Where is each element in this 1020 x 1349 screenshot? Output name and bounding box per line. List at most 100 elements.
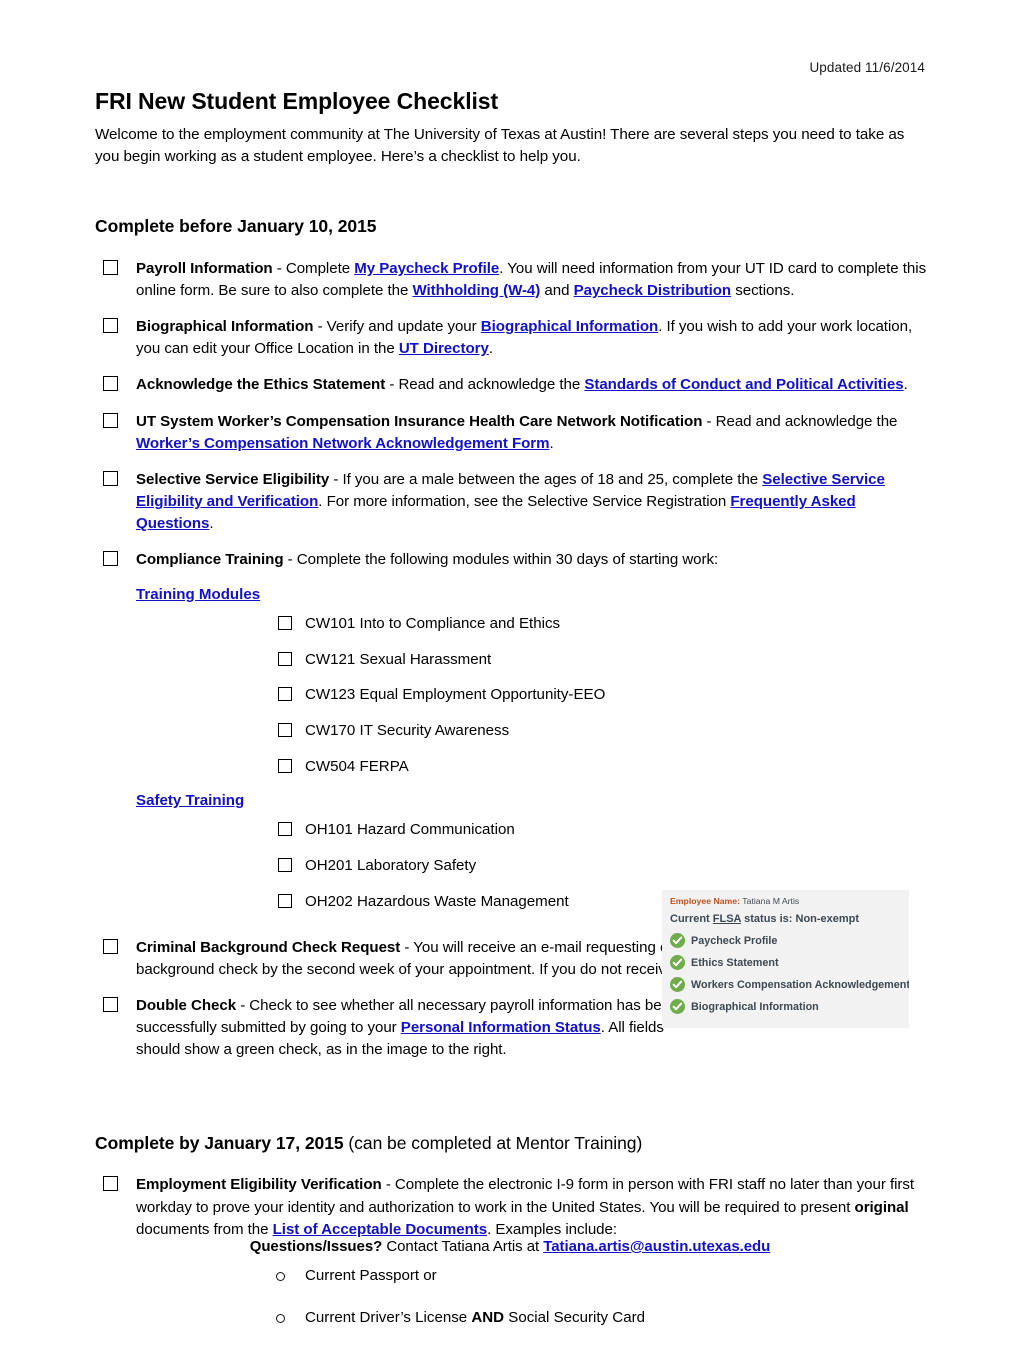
link-paycheck-distribution[interactable]: Paycheck Distribution	[574, 282, 732, 299]
link-my-paycheck-profile[interactable]: My Paycheck Profile	[354, 260, 499, 277]
link-ut-directory[interactable]: UT Directory	[399, 340, 489, 357]
link-contact-email[interactable]: Tatiana.artis@austin.utexas.edu	[543, 1238, 770, 1255]
checklist-item-biographical-information[interactable]: Biographical Information - Verify and up…	[95, 316, 931, 360]
checklist-item-text: Biographical Information - Verify and up…	[136, 318, 912, 357]
item-text-1: - If you are a male between the ages of …	[329, 470, 763, 488]
item-text-2: . For more information, see the Selectiv…	[318, 493, 731, 511]
checkbox-icon[interactable]	[103, 1176, 118, 1192]
status-row-workers-compensation: Workers Compensation Acknowledgement	[670, 977, 909, 992]
checklist-item-selective-service[interactable]: Selective Service Eligibility - If you a…	[95, 469, 931, 536]
green-check-icon	[670, 955, 685, 970]
checkbox-icon[interactable]	[103, 997, 118, 1012]
safety-training-item[interactable]: OH101 Hazard Communication	[95, 819, 931, 841]
checkbox-icon[interactable]	[278, 759, 292, 774]
safety-training-heading: Safety Training	[95, 792, 931, 809]
item-label: Selective Service Eligibility	[136, 470, 330, 488]
item-text-3: .	[209, 515, 214, 533]
example-item: Current Driver’s License AND Social Secu…	[95, 1307, 931, 1329]
section-heading-normal: (can be completed at Mentor Training)	[343, 1132, 643, 1153]
link-list-of-acceptable-documents[interactable]: List of Acceptable Documents	[273, 1221, 487, 1238]
checklist-item-ethics-statement[interactable]: Acknowledge the Ethics Statement - Read …	[95, 374, 931, 396]
example-text-pre: Current Driver’s License	[305, 1308, 472, 1326]
section-heading-bold: Complete by January 17, 2015	[95, 1132, 344, 1153]
updated-date: Updated 11/6/2014	[809, 60, 925, 75]
link-biographical-information[interactable]: Biographical Information	[481, 318, 658, 335]
status-row-label: Workers Compensation Acknowledgement	[691, 978, 909, 991]
document-body: FRI New Student Employee Checklist Welco…	[95, 88, 931, 1349]
status-row-label: Paycheck Profile	[691, 934, 778, 947]
checkbox-icon[interactable]	[278, 651, 292, 666]
section-heading-january-10: Complete before January 10, 2015	[95, 215, 377, 236]
item-label: Acknowledge the Ethics Statement	[136, 376, 386, 394]
training-module-item[interactable]: CW121 Sexual Harassment	[95, 649, 931, 671]
item-text-1: - Complete	[272, 259, 355, 277]
item-label: Employment Eligibility Verification	[136, 1176, 382, 1194]
checkbox-icon[interactable]	[278, 857, 292, 872]
checkbox-icon[interactable]	[103, 938, 118, 954]
checkbox-icon[interactable]	[103, 317, 118, 333]
safety-training-item[interactable]: OH201 Laboratory Safety	[95, 855, 931, 877]
green-check-icon	[670, 933, 685, 948]
training-module-label: CW170 IT Security Awareness	[305, 722, 510, 740]
checkbox-icon[interactable]	[103, 259, 118, 275]
link-training-modules[interactable]: Training Modules	[136, 586, 260, 603]
example-text-post: Social Security Card	[504, 1308, 646, 1326]
checkbox-icon[interactable]	[103, 470, 118, 486]
checkbox-icon[interactable]	[278, 615, 292, 630]
footer-text: Contact Tatiana Artis at	[382, 1238, 544, 1255]
training-module-label: CW121 Sexual Harassment	[305, 650, 492, 668]
item-text-3: and	[540, 281, 574, 299]
checkbox-icon[interactable]	[103, 376, 118, 392]
item-text-1: - Read and acknowledge the	[385, 376, 585, 394]
checkbox-icon[interactable]	[278, 822, 292, 836]
checklist-item-text: Double Check - Check to see whether all …	[136, 997, 678, 1058]
employee-name-label: Employee Name:	[670, 896, 741, 906]
training-module-item[interactable]: CW504 FERPA	[95, 756, 931, 778]
checklist-item-text: Employment Eligibility Verification - Co…	[136, 1176, 914, 1237]
link-workers-comp-form[interactable]: Worker’s Compensation Network Acknowledg…	[136, 435, 550, 452]
checklist-item-double-check[interactable]: Double Check - Check to see whether all …	[95, 995, 696, 1062]
training-module-item[interactable]: CW123 Equal Employment Opportunity-EEO	[95, 684, 931, 706]
flsa-status-row: Current FLSA status is: Non-exempt	[670, 913, 901, 925]
intro-paragraph: Welcome to the employment community at T…	[95, 126, 905, 166]
checklist-item-employment-eligibility[interactable]: Employment Eligibility Verification - Co…	[95, 1174, 931, 1241]
link-personal-information-status[interactable]: Personal Information Status	[401, 1019, 601, 1036]
checklist-item-text: Payroll Information - Complete My Payche…	[136, 260, 926, 299]
checkbox-icon[interactable]	[103, 551, 118, 567]
footer-bold: Questions/Issues?	[249, 1238, 383, 1255]
flsa-suffix: status is: Non-exempt	[741, 913, 860, 925]
item-text-1: - Verify and update your	[313, 317, 481, 335]
training-modules-list: CW101 Into to Compliance and Ethics CW12…	[95, 613, 931, 778]
example-text-pre: Current Passport or	[305, 1266, 437, 1284]
item-text-4: sections.	[731, 281, 795, 299]
training-modules-heading: Training Modules	[95, 586, 931, 603]
employee-name-value: Tatiana M Artis	[740, 896, 800, 906]
checklist-item-workers-compensation[interactable]: UT System Worker’s Compensation Insuranc…	[95, 411, 931, 455]
acceptable-documents-examples: Current Passport or Current Driver’s Lic…	[95, 1265, 931, 1329]
checkbox-icon[interactable]	[278, 723, 292, 738]
checklist-item-payroll-information[interactable]: Payroll Information - Complete My Payche…	[95, 258, 931, 302]
checkbox-icon[interactable]	[103, 412, 118, 428]
item-bold-original: original	[854, 1198, 909, 1216]
training-module-item[interactable]: CW170 IT Security Awareness	[95, 720, 931, 742]
checkbox-icon[interactable]	[278, 687, 292, 702]
circle-bullet-icon	[276, 1271, 285, 1281]
circle-bullet-icon	[276, 1313, 285, 1323]
item-text-2: .	[903, 376, 908, 394]
footer-contact: Questions/Issues? Contact Tatiana Artis …	[0, 1238, 1020, 1255]
link-standards-of-conduct[interactable]: Standards of Conduct and Political Activ…	[584, 376, 903, 393]
link-withholding-w4[interactable]: Withholding (W-4)	[412, 282, 540, 299]
training-module-item[interactable]: CW101 Into to Compliance and Ethics	[95, 613, 931, 635]
safety-training-label: OH201 Laboratory Safety	[305, 856, 477, 874]
link-safety-training[interactable]: Safety Training	[136, 792, 244, 809]
safety-training-label: OH202 Hazardous Waste Management	[305, 892, 569, 910]
checklist-item-text: Compliance Training - Complete the follo…	[136, 551, 718, 568]
training-module-label: CW123 Equal Employment Opportunity-EEO	[305, 686, 606, 704]
item-text-1: - Complete the following modules within …	[283, 551, 719, 569]
green-check-icon	[670, 977, 685, 992]
checklist-item-text: Selective Service Eligibility - If you a…	[136, 471, 885, 532]
checklist-item-compliance-training[interactable]: Compliance Training - Complete the follo…	[95, 549, 931, 571]
employee-name-row: Employee Name: Tatiana M Artis	[670, 896, 901, 906]
green-check-icon	[670, 999, 685, 1014]
checkbox-icon[interactable]	[278, 893, 292, 908]
